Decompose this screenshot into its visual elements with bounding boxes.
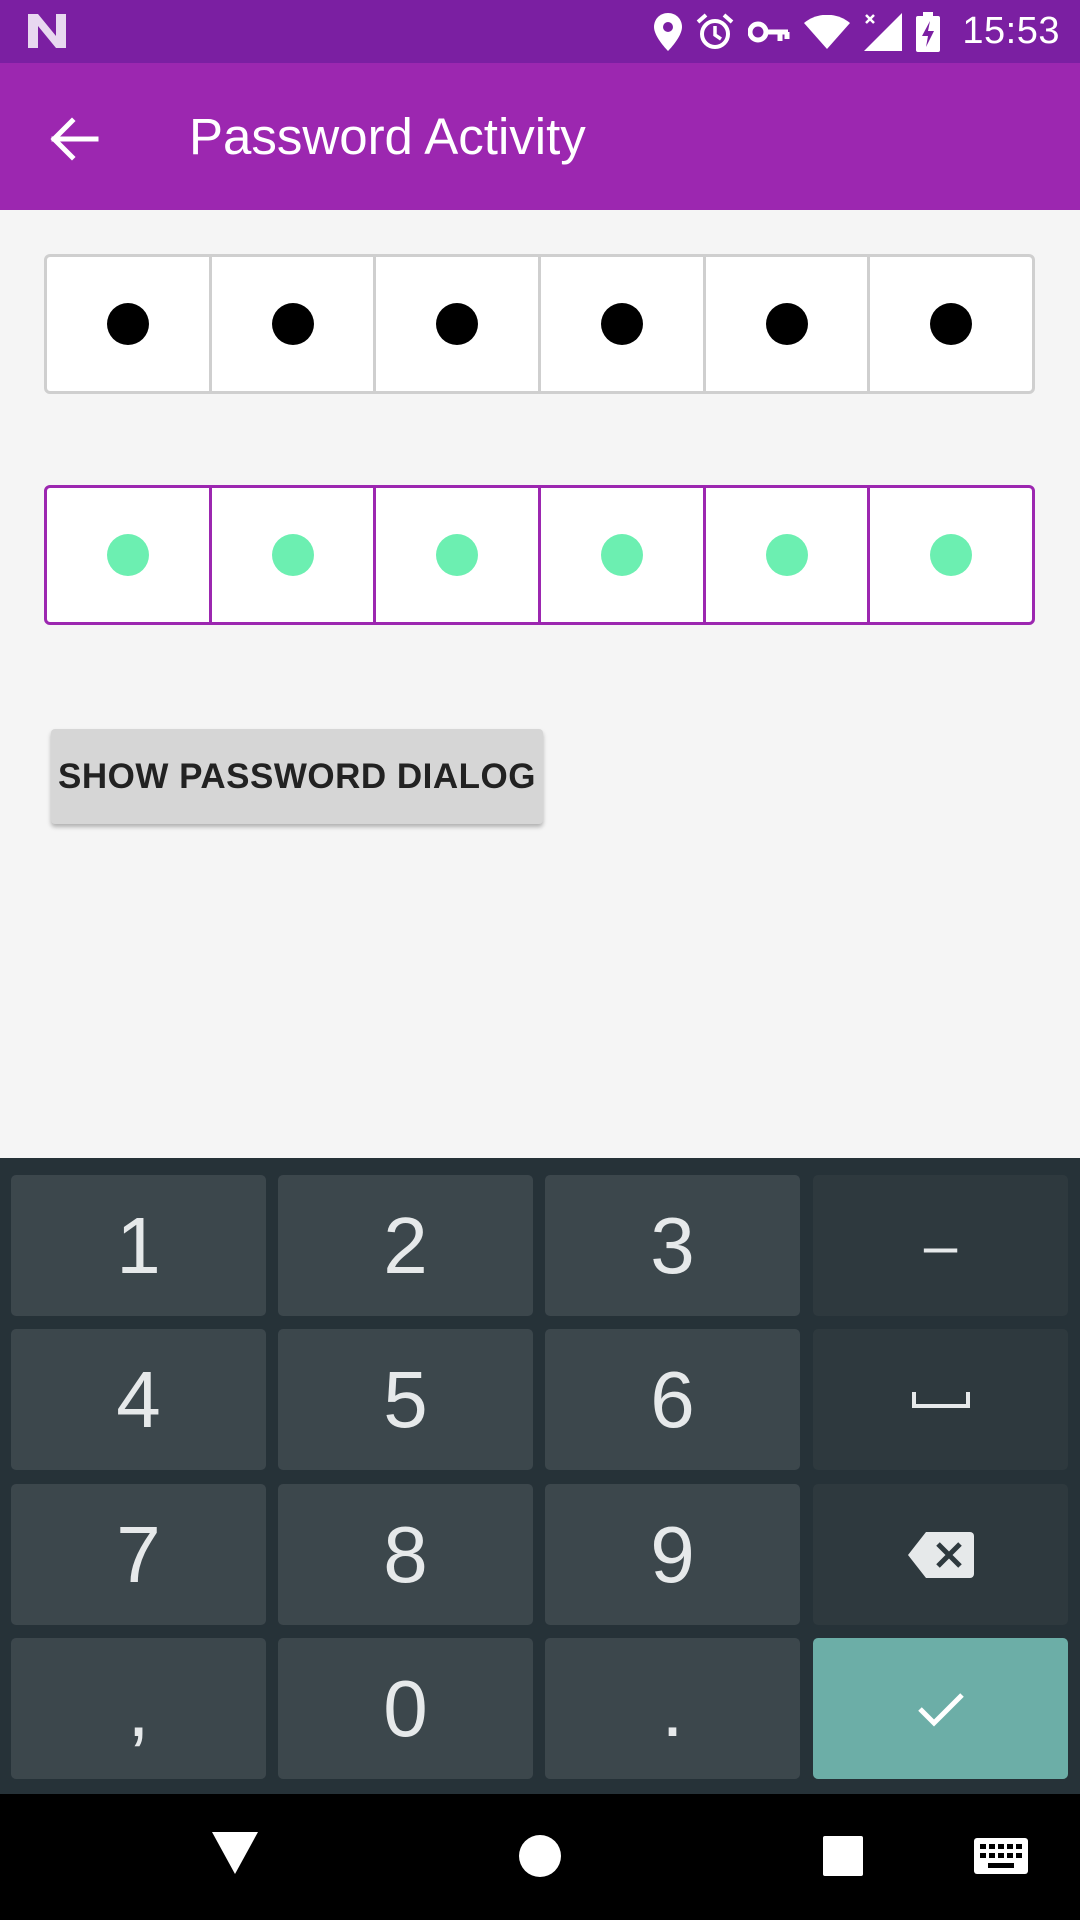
pin-dot (271, 303, 314, 345)
status-bar: 15:53 (0, 0, 1080, 63)
pin-dot (600, 534, 643, 576)
pin-cell (538, 488, 703, 622)
pin-cell (208, 257, 374, 391)
pin-dot (436, 534, 479, 576)
key-6[interactable]: 6 (545, 1329, 800, 1470)
key-done[interactable] (813, 1638, 1068, 1779)
nav-back-button[interactable] (212, 1832, 258, 1879)
back-triangle-icon (212, 1832, 258, 1874)
show-password-dialog-button[interactable]: SHOW PASSWORD DIALOG (51, 729, 543, 824)
key-1[interactable]: 1 (11, 1175, 266, 1316)
alarm-icon (697, 12, 734, 49)
pin-cell (47, 488, 209, 622)
key-space[interactable] (813, 1329, 1068, 1470)
key-3[interactable]: 3 (545, 1175, 800, 1316)
key-4[interactable]: 4 (11, 1329, 266, 1470)
pin-cell (208, 488, 374, 622)
back-button[interactable] (34, 99, 114, 179)
pin-dot (436, 303, 479, 345)
keyboard-icon (974, 1838, 1028, 1874)
pin-cell (867, 257, 1032, 391)
signal-icon (864, 12, 903, 51)
clock: 15:53 (962, 10, 1060, 52)
key-9[interactable]: 9 (545, 1484, 800, 1625)
recents-square-icon (823, 1836, 863, 1876)
key-5[interactable]: 5 (278, 1329, 533, 1470)
pin-cell (47, 257, 209, 391)
key-7[interactable]: 7 (11, 1484, 266, 1625)
navigation-bar (0, 1794, 1080, 1920)
pin-cell (373, 488, 538, 622)
arrow-back-icon (50, 117, 99, 161)
location-icon (654, 12, 683, 51)
pin-dot (106, 303, 149, 345)
status-icons: 15:53 (654, 0, 1060, 63)
space-icon (911, 1391, 970, 1408)
pin-dot (271, 534, 314, 576)
battery-charging-icon (916, 11, 941, 52)
check-icon (917, 1692, 964, 1727)
pin-cell (867, 488, 1032, 622)
key-0[interactable]: 0 (278, 1638, 533, 1779)
app-bar: Password Activity (0, 63, 1080, 210)
key-dash[interactable]: – (813, 1175, 1068, 1316)
key-2[interactable]: 2 (278, 1175, 533, 1316)
vpn-key-icon (748, 21, 790, 42)
backspace-icon (907, 1531, 974, 1578)
key-comma[interactable]: , (11, 1638, 266, 1779)
pin-dot (930, 303, 973, 345)
pin-cell (538, 257, 703, 391)
page-title: Password Activity (189, 108, 586, 165)
key-period[interactable]: . (545, 1638, 800, 1779)
pin-dot (765, 534, 808, 576)
password-field-green[interactable] (44, 485, 1035, 625)
password-field-black[interactable] (44, 254, 1035, 394)
nav-recents-button[interactable] (823, 1836, 863, 1881)
pin-cell (702, 257, 868, 391)
key-delete[interactable] (813, 1484, 1068, 1625)
n-logo-icon (28, 14, 66, 48)
wifi-icon (804, 14, 851, 49)
pin-cell (702, 488, 868, 622)
nav-home-button[interactable] (518, 1834, 562, 1883)
pin-dot (930, 534, 973, 576)
pin-cell (373, 257, 538, 391)
pin-dot (600, 303, 643, 345)
pin-dot (106, 534, 149, 576)
home-circle-icon (519, 1835, 561, 1877)
nav-keyboard-button[interactable] (974, 1838, 1028, 1879)
key-8[interactable]: 8 (278, 1484, 533, 1625)
pin-dot (765, 303, 808, 345)
numeric-keyboard: 1 2 3 – 4 5 6 7 8 9 , 0 . (0, 1158, 1080, 1794)
